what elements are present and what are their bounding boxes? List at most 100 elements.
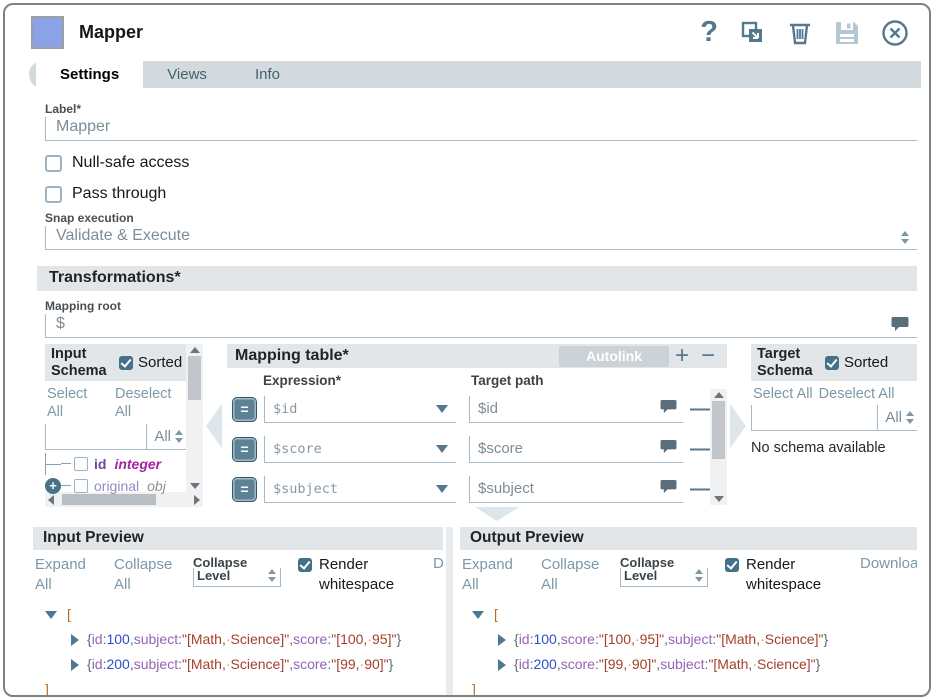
pass-through-checkbox[interactable] — [45, 186, 62, 203]
select-spinner-icon[interactable] — [901, 231, 909, 244]
comment-bubble-icon[interactable] — [891, 316, 909, 332]
label-field-label: Label* — [45, 102, 917, 116]
expression-input[interactable]: $subject — [264, 476, 456, 503]
null-safe-checkbox[interactable] — [45, 155, 62, 172]
schema-node-checkbox[interactable] — [74, 457, 88, 471]
input-schema-deselect-all[interactable]: Deselect All — [115, 385, 177, 421]
expression-toggle-button[interactable]: = — [232, 397, 257, 422]
target-schema-sorted-checkbox[interactable] — [825, 356, 839, 370]
target-schema-deselect-all[interactable]: Deselect All — [819, 385, 895, 403]
save-icon[interactable] — [834, 20, 860, 46]
expand-node-icon[interactable] — [71, 659, 79, 671]
tree-connector — [61, 485, 71, 486]
output-preview-panel: Output Preview Expand All Collapse All C… — [456, 523, 917, 697]
schema-node-checkbox[interactable] — [74, 479, 88, 493]
delete-row-button[interactable]: — — [690, 439, 710, 459]
scrollbar-thumb[interactable] — [188, 356, 201, 400]
input-schema-filter-input[interactable] — [45, 424, 147, 449]
remove-row-button[interactable]: − — [695, 344, 721, 368]
expand-node-icon[interactable] — [498, 634, 506, 646]
delete-row-button[interactable]: — — [690, 479, 710, 499]
expand-node-icon[interactable]: + — [45, 478, 61, 494]
scrollbar-thumb[interactable] — [712, 401, 725, 459]
target-schema-select-all[interactable]: Select All — [753, 385, 813, 403]
input-schema-sorted-checkbox[interactable] — [119, 356, 133, 370]
json-token: "[100, — [599, 627, 635, 652]
scrollbar-thumb[interactable] — [62, 494, 156, 505]
target-schema-header: Target Schema Sorted — [751, 344, 917, 381]
expression-input[interactable]: $score — [264, 436, 456, 463]
json-token: 100 — [106, 627, 129, 652]
collapse-all-link[interactable]: Collapse All — [114, 555, 176, 596]
scroll-right-icon[interactable] — [194, 495, 200, 505]
mapping-root-input[interactable]: $ — [45, 314, 917, 338]
collapse-node-icon[interactable] — [472, 611, 484, 619]
comment-bubble-icon[interactable] — [660, 479, 677, 499]
delete-snap-icon[interactable] — [787, 19, 813, 46]
add-row-button[interactable]: + — [669, 344, 695, 368]
target-path-value: $score — [478, 440, 660, 457]
tab-settings[interactable]: Settings — [36, 61, 143, 88]
collapse-all-link[interactable]: Collapse All — [541, 555, 603, 596]
expression-value: $subject — [273, 481, 436, 497]
scroll-up-icon[interactable] — [714, 392, 724, 398]
delete-row-button[interactable]: — — [690, 399, 710, 419]
expression-dropdown-icon[interactable] — [436, 405, 448, 413]
render-whitespace-checkbox[interactable] — [725, 558, 739, 572]
target-path-input[interactable]: $subject — [469, 476, 683, 503]
target-path-input[interactable]: $score — [469, 436, 683, 463]
expression-toggle-button[interactable]: = — [232, 477, 257, 502]
target-schema-filter-input[interactable] — [751, 405, 878, 430]
expand-all-link[interactable]: Expand All — [462, 555, 524, 596]
expression-input[interactable]: $id — [264, 396, 456, 423]
close-icon[interactable] — [881, 19, 909, 47]
download-link[interactable]: Download — [433, 555, 443, 572]
mapper-snap-dialog: Mapper ? — [3, 3, 931, 697]
preview-flow-chevron-row — [31, 507, 917, 523]
comment-bubble-icon[interactable] — [660, 439, 677, 459]
mapping-table-rows: = $id $id — = $score $score — = $subject $subject — — [227, 389, 710, 507]
target-path-input[interactable]: $id — [469, 396, 683, 423]
render-whitespace-checkbox[interactable] — [298, 558, 312, 572]
expression-dropdown-icon[interactable] — [436, 485, 448, 493]
mapping-table-row: = $score $score — — [227, 429, 710, 469]
scroll-up-icon[interactable] — [190, 347, 200, 353]
snap-execution-select[interactable]: Validate & Execute — [45, 226, 917, 250]
json-token: subject — [134, 652, 178, 677]
target-schema-type-select[interactable]: All — [878, 405, 917, 430]
help-icon[interactable]: ? — [700, 18, 718, 47]
expression-toggle-button[interactable]: = — [232, 437, 257, 462]
tab-info[interactable]: Info — [231, 61, 304, 88]
schema-node-type: obj — [147, 478, 166, 494]
expression-column-header: Expression* — [263, 373, 471, 388]
collapse-level-input[interactable]: Level — [620, 568, 708, 587]
input-schema-vscrollbar[interactable] — [186, 344, 203, 492]
target-path-column-header: Target path — [471, 373, 544, 388]
snap-execution-label: Snap execution — [45, 211, 917, 225]
schema-node-type: integer — [114, 456, 161, 472]
collapse-level-value: Level — [197, 568, 230, 583]
input-schema-type-select[interactable]: All — [147, 424, 186, 449]
scroll-left-icon[interactable] — [48, 495, 54, 505]
scroll-down-icon[interactable] — [714, 496, 724, 502]
expand-node-icon[interactable] — [498, 659, 506, 671]
autolink-button[interactable]: Autolink — [559, 346, 669, 367]
download-link[interactable]: Download — [860, 555, 917, 572]
label-input[interactable]: Mapper — [45, 117, 917, 141]
input-schema-select-all[interactable]: Select All — [47, 385, 99, 421]
json-token: id — [92, 652, 103, 677]
json-token: score — [293, 627, 327, 652]
json-token: 95]" — [372, 627, 396, 652]
input-schema-links: Select All Deselect All — [47, 385, 186, 421]
collapse-level-input[interactable]: Level — [193, 568, 281, 587]
comment-bubble-icon[interactable] — [660, 399, 677, 419]
expand-all-link[interactable]: Expand All — [35, 555, 97, 596]
copy-snap-icon[interactable] — [739, 19, 766, 46]
collapse-node-icon[interactable] — [45, 611, 57, 619]
expand-node-icon[interactable] — [71, 634, 79, 646]
tab-views[interactable]: Views — [143, 61, 231, 88]
json-line: {id: 100, subject: "[Math, ·Science]", s… — [33, 627, 443, 652]
mapping-table-vscrollbar[interactable] — [710, 389, 727, 505]
scroll-down-icon[interactable] — [190, 483, 200, 489]
expression-dropdown-icon[interactable] — [436, 445, 448, 453]
